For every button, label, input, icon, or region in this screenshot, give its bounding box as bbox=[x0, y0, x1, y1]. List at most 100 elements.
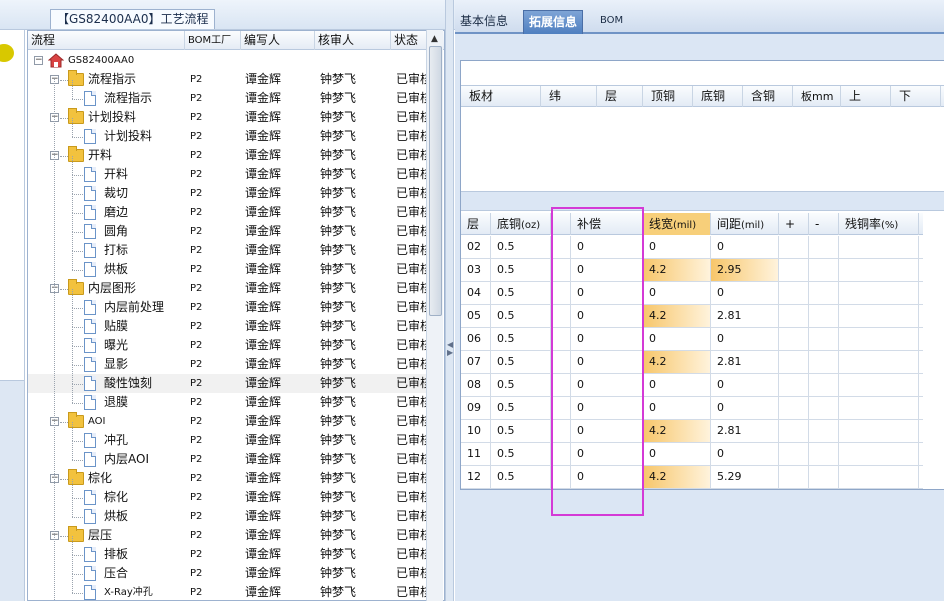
document-tab-title[interactable]: 【GS82400AA0】工艺流程 bbox=[50, 9, 216, 29]
layer-grid-cell[interactable]: 0 bbox=[643, 236, 711, 258]
layer-grid-cell[interactable] bbox=[809, 443, 839, 465]
tree-item-row[interactable]: 裁切 P2 谭金辉 钟梦飞 已审核 bbox=[28, 184, 428, 203]
layer-grid-cell[interactable]: 0 bbox=[643, 374, 711, 396]
layer-grid-cell[interactable]: 4.2 bbox=[643, 305, 711, 327]
col-header-bottom-copper[interactable]: 底铜 bbox=[693, 86, 743, 107]
tree-item-row[interactable]: 冲孔 P2 谭金辉 钟梦飞 已审核 bbox=[28, 431, 428, 450]
col-header-top-copper[interactable]: 顶铜 bbox=[643, 86, 693, 107]
layer-grid-cell[interactable]: 0.5 bbox=[491, 305, 551, 327]
layer-grid-cell[interactable]: 0 bbox=[643, 443, 711, 465]
layer-grid-cell[interactable] bbox=[839, 236, 919, 258]
layer-grid-cell[interactable] bbox=[839, 259, 919, 281]
layer-grid-cell[interactable]: 11 bbox=[461, 443, 491, 465]
tree-item-row[interactable]: 开料 P2 谭金辉 钟梦飞 已审核 bbox=[28, 165, 428, 184]
layer-grid-row[interactable]: 07 0.5 0 4.2 2.81 bbox=[461, 351, 923, 374]
layer-grid-row[interactable]: 06 0.5 0 0 0 bbox=[461, 328, 923, 351]
layer-grid-row[interactable]: 11 0.5 0 0 0 bbox=[461, 443, 923, 466]
layer-grid-cell[interactable] bbox=[839, 397, 919, 419]
tree-item-row[interactable]: 圆角 P2 谭金辉 钟梦飞 已审核 bbox=[28, 222, 428, 241]
layer-grid-cell[interactable]: 0.5 bbox=[491, 466, 551, 488]
layer-grid-cell[interactable] bbox=[779, 328, 809, 350]
layer-grid-col-header[interactable]: 间距(mil) bbox=[711, 213, 779, 235]
scroll-up-icon[interactable]: ▲ bbox=[431, 34, 438, 44]
layer-grid-cell[interactable] bbox=[839, 466, 919, 488]
layer-grid-col-header[interactable]: - bbox=[809, 213, 839, 235]
layer-grid-cell[interactable]: 0.5 bbox=[491, 443, 551, 465]
tree-item-row[interactable]: 退膜 P2 谭金辉 钟梦飞 已审核 bbox=[28, 393, 428, 412]
layer-grid-cell[interactable] bbox=[839, 282, 919, 304]
layer-grid-cell[interactable]: 0 bbox=[643, 397, 711, 419]
layer-grid-cell[interactable]: 0 bbox=[711, 236, 779, 258]
tab-bom[interactable]: BOM bbox=[595, 10, 628, 34]
col-header-weft[interactable]: 纬 bbox=[541, 86, 597, 107]
layer-grid-cell[interactable]: 12 bbox=[461, 466, 491, 488]
layer-grid-cell[interactable] bbox=[839, 374, 919, 396]
col-header-down[interactable]: 下 bbox=[891, 86, 941, 107]
layer-grid-cell[interactable] bbox=[809, 351, 839, 373]
layer-grid-cell[interactable]: 0 bbox=[711, 282, 779, 304]
tree-folder-row[interactable]: −流程指示P2谭金辉钟梦飞已审核 bbox=[28, 70, 428, 89]
layer-grid-cell[interactable]: 4.2 bbox=[643, 420, 711, 442]
col-header-up[interactable]: 上 bbox=[841, 86, 891, 107]
layer-grid-cell[interactable]: 04 bbox=[461, 282, 491, 304]
layer-grid-cell[interactable]: 0 bbox=[711, 397, 779, 419]
layer-grid-cell[interactable]: 06 bbox=[461, 328, 491, 350]
layer-grid-cell[interactable] bbox=[809, 282, 839, 304]
layer-grid-cell[interactable] bbox=[839, 328, 919, 350]
layer-grid-cell[interactable] bbox=[779, 443, 809, 465]
col-header-process[interactable]: 流程 bbox=[28, 31, 185, 50]
col-header-bom[interactable]: BOM工厂 bbox=[185, 31, 241, 50]
tree-vertical-scrollbar[interactable]: ▲ bbox=[426, 30, 443, 601]
tree-item-row[interactable]: 酸性蚀刻 P2 谭金辉 钟梦飞 已审核 bbox=[28, 374, 428, 393]
tree-folder-row[interactable]: −棕化P2谭金辉钟梦飞已审核 bbox=[28, 469, 428, 488]
collapse-right-icon[interactable]: ▶ bbox=[447, 348, 453, 357]
layer-grid-cell[interactable] bbox=[809, 236, 839, 258]
layer-grid-cell[interactable] bbox=[779, 259, 809, 281]
layer-grid-cell[interactable]: 0 bbox=[711, 328, 779, 350]
layer-grid-row[interactable]: 09 0.5 0 0 0 bbox=[461, 397, 923, 420]
tree-folder-row[interactable]: −内层图形P2谭金辉钟梦飞已审核 bbox=[28, 279, 428, 298]
layer-grid-cell[interactable]: 4.2 bbox=[643, 466, 711, 488]
tree-folder-row[interactable]: −层压P2谭金辉钟梦飞已审核 bbox=[28, 526, 428, 545]
tree-item-row[interactable]: 排板 P2 谭金辉 钟梦飞 已审核 bbox=[28, 545, 428, 564]
layer-grid-cell[interactable]: 0.5 bbox=[491, 236, 551, 258]
col-header-reviewer[interactable]: 核审人 bbox=[315, 31, 391, 50]
layer-grid-cell[interactable]: 0.5 bbox=[491, 420, 551, 442]
layer-grid-cell[interactable] bbox=[809, 397, 839, 419]
layer-grid-cell[interactable] bbox=[809, 305, 839, 327]
tree-item-row[interactable]: 磨边 P2 谭金辉 钟梦飞 已审核 bbox=[28, 203, 428, 222]
layer-grid-cell[interactable]: 07 bbox=[461, 351, 491, 373]
layer-grid-cell[interactable]: 0 bbox=[643, 282, 711, 304]
layer-grid-cell[interactable]: 0 bbox=[711, 374, 779, 396]
layer-grid-row[interactable]: 12 0.5 0 4.2 5.29 bbox=[461, 466, 923, 489]
layer-grid-cell[interactable] bbox=[779, 420, 809, 442]
tree-item-row[interactable]: 内层前处理 P2 谭金辉 钟梦飞 已审核 bbox=[28, 298, 428, 317]
layer-grid-cell[interactable]: 2.95 bbox=[711, 259, 779, 281]
layer-grid-row[interactable]: 08 0.5 0 0 0 bbox=[461, 374, 923, 397]
layer-grid-col-header[interactable]: + bbox=[779, 213, 809, 235]
layer-grid-col-header[interactable]: 底铜(oz) bbox=[491, 213, 551, 235]
col-header-layer[interactable]: 层 bbox=[597, 86, 643, 107]
layer-grid-row[interactable]: 05 0.5 0 4.2 2.81 bbox=[461, 305, 923, 328]
layer-grid-cell[interactable]: 0.5 bbox=[491, 282, 551, 304]
layer-grid-cell[interactable] bbox=[809, 374, 839, 396]
tree-root-row[interactable]: − GS82400AA0 bbox=[28, 51, 428, 70]
layer-grid-cell[interactable] bbox=[779, 282, 809, 304]
layer-grid-cell[interactable] bbox=[779, 305, 809, 327]
tab-extended-info[interactable]: 拓展信息 bbox=[523, 10, 584, 34]
col-header-board[interactable]: 板材 bbox=[461, 86, 541, 107]
layer-grid-cell[interactable] bbox=[809, 328, 839, 350]
tree-item-row[interactable]: 打标 P2 谭金辉 钟梦飞 已审核 bbox=[28, 241, 428, 260]
layer-grid-cell[interactable] bbox=[839, 351, 919, 373]
layer-grid-cell[interactable] bbox=[779, 466, 809, 488]
layer-grid-cell[interactable] bbox=[809, 420, 839, 442]
layer-grid-col-header[interactable]: 线宽(mil) bbox=[643, 213, 711, 235]
layer-grid-col-header[interactable]: 残铜率(%) bbox=[839, 213, 919, 235]
col-header-board-mm[interactable]: 板mm bbox=[793, 86, 841, 107]
tab-basic-info[interactable]: 基本信息 bbox=[455, 10, 513, 34]
tree-item-row[interactable]: 烘板 P2 谭金辉 钟梦飞 已审核 bbox=[28, 507, 428, 526]
layer-grid-cell[interactable]: 02 bbox=[461, 236, 491, 258]
layer-grid-cell[interactable]: 0.5 bbox=[491, 259, 551, 281]
col-header-writer[interactable]: 编写人 bbox=[241, 31, 315, 50]
layer-grid-cell[interactable] bbox=[839, 420, 919, 442]
